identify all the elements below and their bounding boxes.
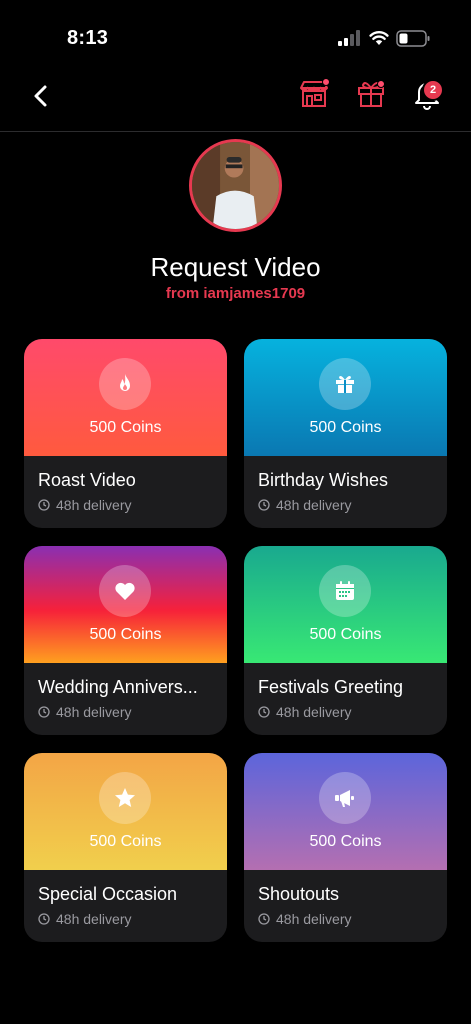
avatar-photo (192, 142, 279, 229)
card-delivery-label: 48h delivery (56, 497, 132, 513)
clock-icon (38, 499, 50, 511)
gift-indicator-dot (377, 80, 385, 88)
notification-badge: 2 (422, 79, 444, 101)
card-delivery: 48h delivery (258, 911, 433, 927)
card-delivery: 48h delivery (38, 497, 213, 513)
gift-button[interactable] (355, 78, 387, 110)
card-wedding-anniversary[interactable]: 500 Coins Wedding Annivers... 48h delive… (24, 546, 227, 735)
card-header: 500 Coins (24, 339, 227, 456)
battery-icon (396, 30, 430, 47)
card-header: 500 Coins (244, 339, 447, 456)
card-delivery-label: 48h delivery (56, 911, 132, 927)
card-coins: 500 Coins (89, 626, 162, 643)
heart-icon (115, 582, 135, 600)
avatar (189, 139, 282, 232)
card-icon-badge (319, 565, 371, 617)
fire-icon (120, 374, 130, 391)
card-roast-video[interactable]: 500 Coins Roast Video 48h delivery (24, 339, 227, 528)
card-title: Shoutouts (258, 884, 340, 904)
card-icon-badge (99, 772, 151, 824)
card-body: Special Occasion 48h delivery (24, 870, 227, 927)
card-delivery: 48h delivery (38, 911, 213, 927)
card-delivery: 48h delivery (38, 704, 213, 720)
card-delivery-label: 48h delivery (276, 911, 352, 927)
wifi-icon (369, 31, 389, 45)
clock-icon (258, 499, 270, 511)
page-subtitle: from iamjames1709 (165, 285, 306, 302)
nav-bar (0, 70, 471, 132)
calendar-icon (336, 581, 354, 600)
card-delivery-label: 48h delivery (56, 704, 132, 720)
clock-icon (258, 706, 270, 718)
card-title: Wedding Annivers... (38, 677, 198, 697)
card-title: Birthday Wishes (258, 470, 389, 490)
card-icon-badge (319, 358, 371, 410)
card-body: Wedding Annivers... 48h delivery (24, 663, 227, 720)
card-title: Special Occasion (38, 884, 178, 904)
star-icon (115, 788, 135, 807)
card-delivery-label: 48h delivery (276, 704, 352, 720)
card-body: Roast Video 48h delivery (24, 456, 227, 513)
back-button[interactable] (28, 82, 56, 110)
card-shoutouts[interactable]: 500 Coins Shoutouts 48h delivery (244, 753, 447, 942)
store-button[interactable] (298, 78, 330, 110)
megaphone-icon (335, 790, 354, 807)
card-body: Shoutouts 48h delivery (244, 870, 447, 927)
store-indicator-dot (322, 78, 330, 86)
clock-icon (38, 913, 50, 925)
clock-icon (38, 706, 50, 718)
chevron-left-icon (34, 85, 47, 107)
card-coins: 500 Coins (309, 833, 382, 850)
card-title: Roast Video (38, 470, 136, 490)
card-birthday-wishes[interactable]: 500 Coins Birthday Wishes 48h delivery (244, 339, 447, 528)
card-delivery: 48h delivery (258, 704, 433, 720)
status-time: 8:13 (67, 27, 109, 49)
card-header: 500 Coins (24, 546, 227, 663)
card-icon-badge (99, 358, 151, 410)
card-header: 500 Coins (24, 753, 227, 870)
clock-icon (258, 913, 270, 925)
card-coins: 500 Coins (89, 419, 162, 436)
card-delivery: 48h delivery (258, 497, 433, 513)
card-header: 500 Coins (244, 753, 447, 870)
card-coins: 500 Coins (309, 419, 382, 436)
card-body: Birthday Wishes 48h delivery (244, 456, 447, 513)
card-delivery-label: 48h delivery (276, 497, 352, 513)
cellular-signal-icon (338, 30, 360, 46)
card-header: 500 Coins (244, 546, 447, 663)
card-icon-badge (319, 772, 371, 824)
page-title: Request Video (150, 252, 321, 282)
card-special-occasion[interactable]: 500 Coins Special Occasion 48h delivery (24, 753, 227, 942)
gift-icon (336, 376, 354, 393)
card-title: Festivals Greeting (258, 677, 404, 697)
card-festivals-greeting[interactable]: 500 Coins Festivals Greeting 48h deliver… (244, 546, 447, 735)
card-coins: 500 Coins (309, 626, 382, 643)
status-bar: 8:13 (0, 0, 471, 70)
card-body: Festivals Greeting 48h delivery (244, 663, 447, 720)
card-icon-badge (99, 565, 151, 617)
card-coins: 500 Coins (89, 833, 162, 850)
